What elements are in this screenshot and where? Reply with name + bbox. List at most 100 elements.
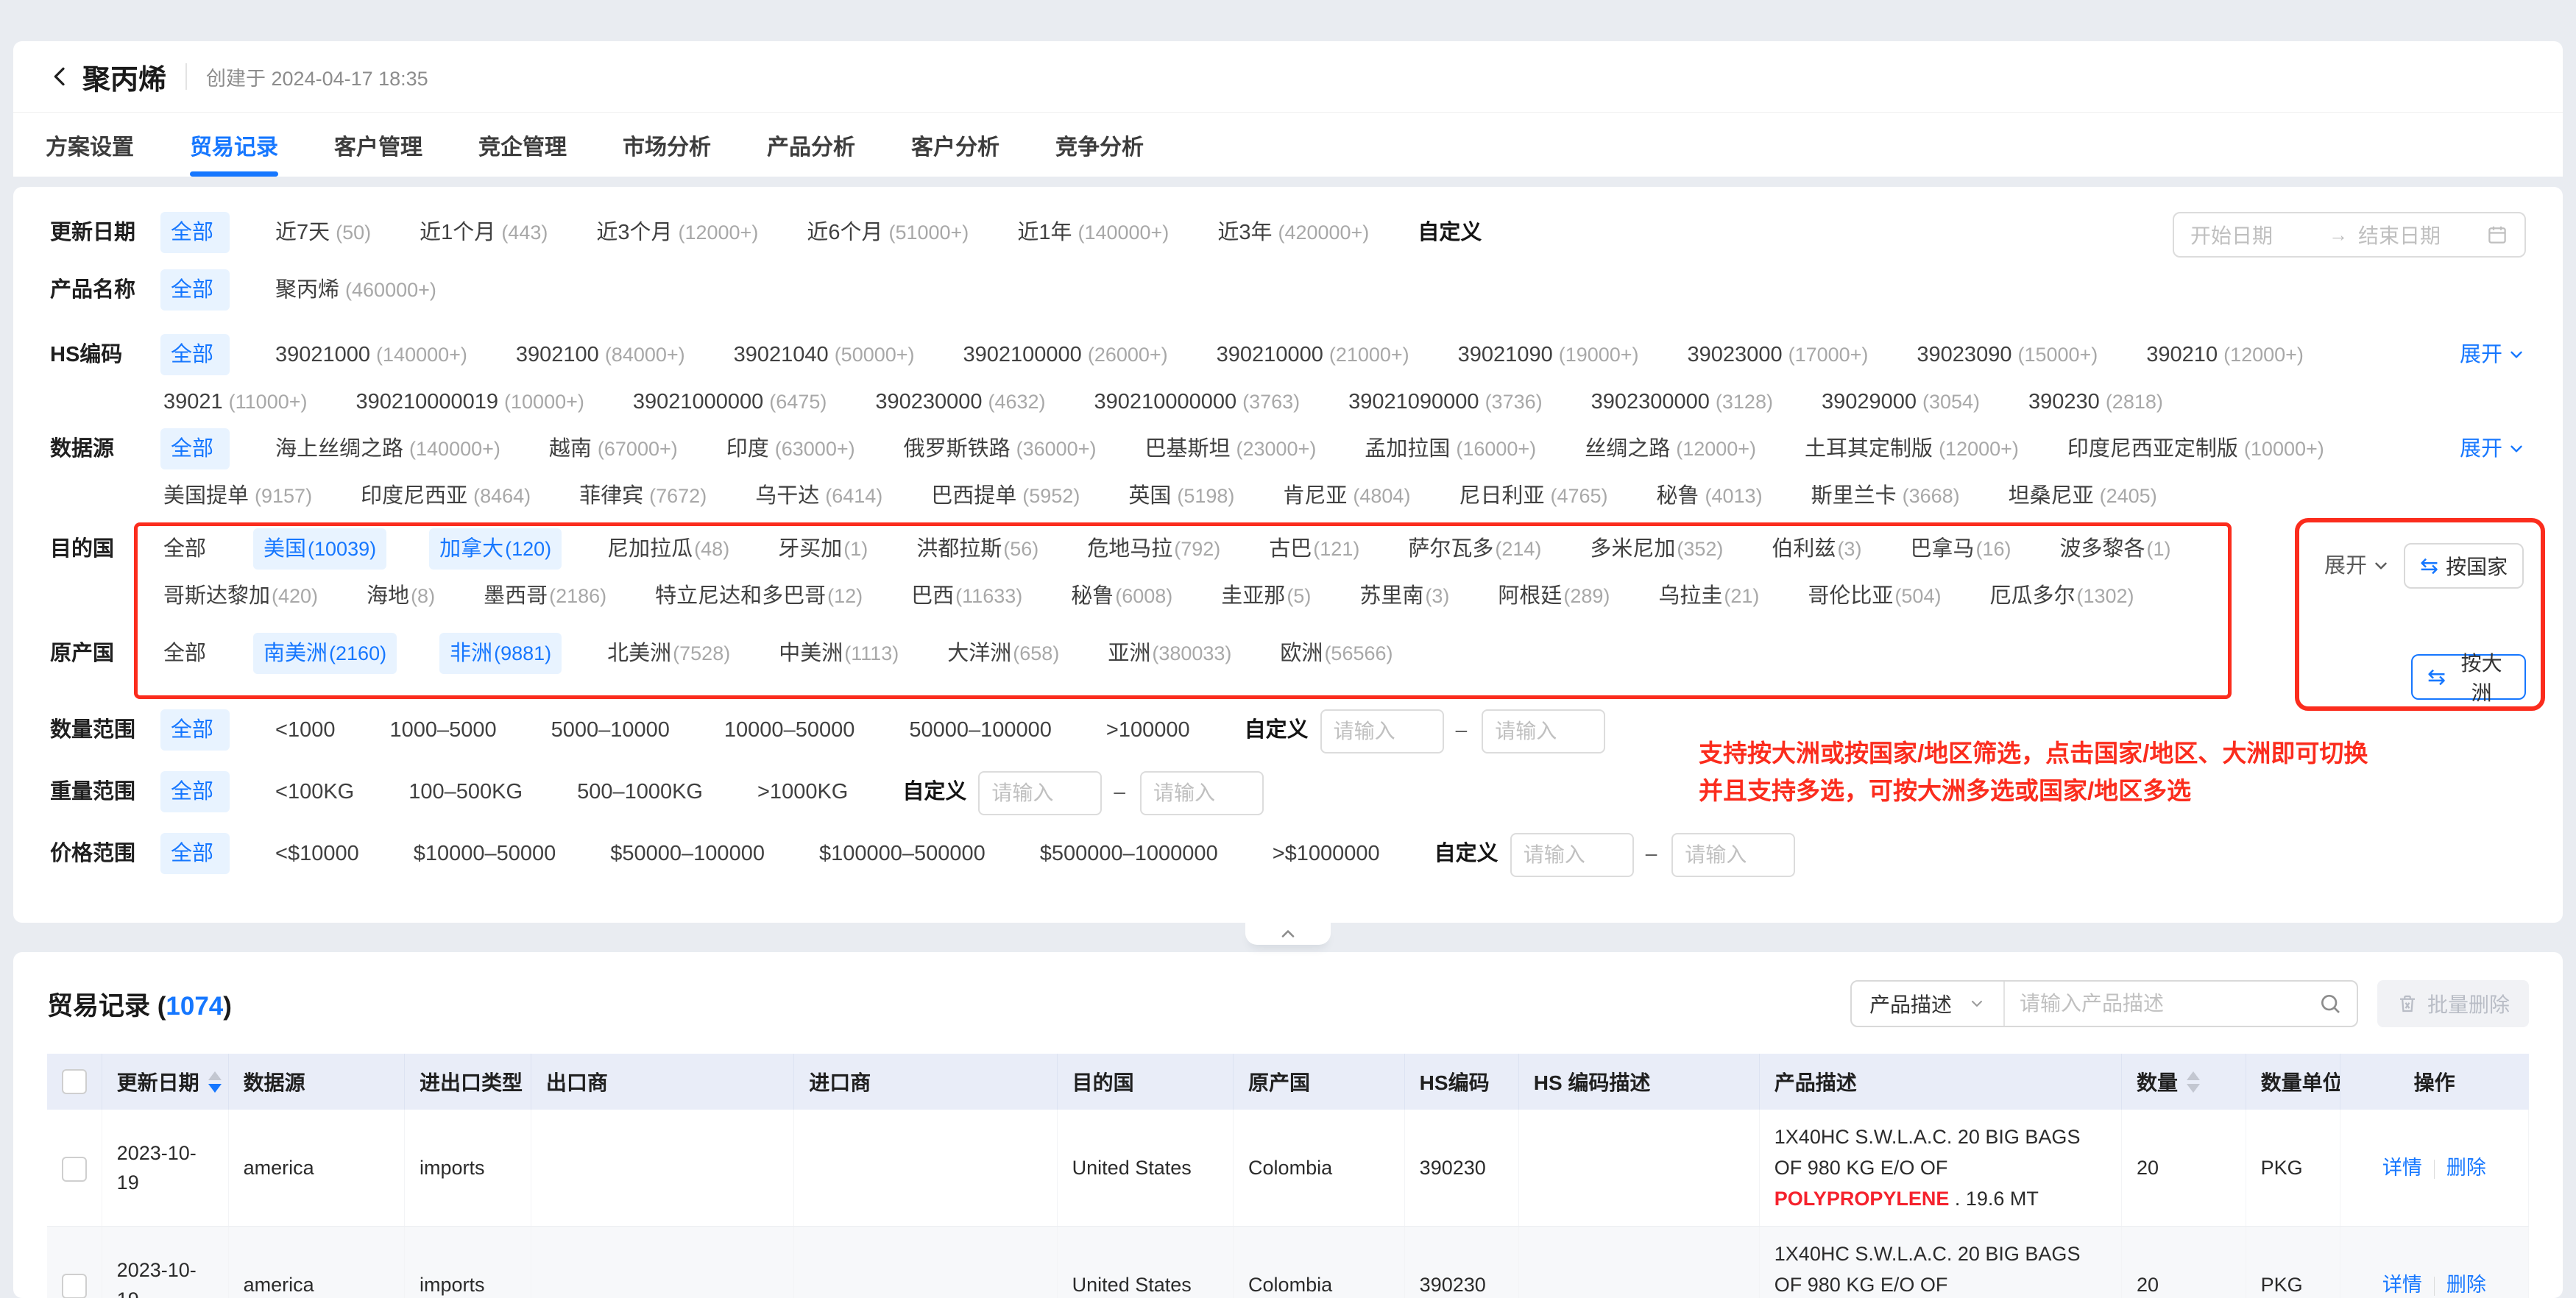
row-checkbox[interactable] (62, 1157, 87, 1182)
filter-option[interactable]: 39023000(17000+) (1685, 334, 1872, 375)
filter-option[interactable]: 哥斯达黎加(420) (160, 575, 321, 617)
filter-option[interactable]: 近7天(50) (272, 212, 374, 253)
filter-option[interactable]: 多米尼加(352) (1587, 528, 1726, 570)
delete-link[interactable]: 删除 (2446, 1157, 2486, 1179)
filter-option[interactable]: 美国(10039) (253, 528, 386, 570)
range-min-input[interactable] (978, 771, 1102, 815)
filter-option[interactable]: 洪都拉斯(56) (913, 528, 1041, 570)
filter-option[interactable]: 巴基斯坦(23000+) (1142, 428, 1319, 469)
tab[interactable]: 方案设置 (46, 113, 134, 177)
filter-option[interactable]: 巴西(11633) (908, 575, 1025, 617)
filter-option[interactable]: 近3个月(12000+) (593, 212, 761, 253)
filter-option[interactable]: 39021(11000+) (160, 381, 310, 422)
filter-option[interactable]: $50000–100000 (607, 833, 774, 874)
search-field-select[interactable]: 产品描述 (1852, 982, 2005, 1026)
search-icon[interactable] (2314, 992, 2357, 1015)
filter-option[interactable]: 5000–10000 (548, 709, 679, 751)
filter-option[interactable]: 孟加拉国(16000+) (1362, 428, 1539, 469)
filter-option[interactable]: 390210000(21000+) (1214, 334, 1412, 375)
filter-option[interactable]: 墨西哥(2186) (481, 575, 609, 617)
filter-option[interactable]: 危地马拉(792) (1084, 528, 1223, 570)
range-min-input[interactable] (1320, 709, 1444, 753)
filter-option[interactable]: $10000–50000 (411, 833, 565, 874)
filter-option[interactable]: 全部 (160, 833, 230, 874)
filter-option[interactable]: 丝绸之路(12000+) (1582, 428, 1759, 469)
filter-option[interactable]: 390230000(4632) (872, 381, 1048, 422)
filter-option[interactable]: 390230(2818) (2025, 381, 2166, 422)
filter-option[interactable]: 北美洲(7528) (604, 633, 733, 674)
filter-option[interactable]: 巴西提单(5952) (928, 475, 1083, 517)
filter-option[interactable]: $100000–500000 (816, 833, 994, 874)
filter-option[interactable]: 100–500KG (406, 771, 531, 812)
filter-option[interactable]: 乌干达(6414) (752, 475, 885, 517)
col-update-date[interactable]: 更新日期 (102, 1054, 228, 1110)
filter-option[interactable]: 390210000000(3763) (1091, 381, 1303, 422)
range-max-input[interactable] (1482, 709, 1605, 753)
range-max-input[interactable] (1140, 771, 1264, 815)
batch-delete-button[interactable]: 批量删除 (2377, 980, 2529, 1027)
filter-option[interactable]: 阿根廷(289) (1495, 575, 1613, 617)
filter-option[interactable]: 巴拿马(16) (1907, 528, 2014, 570)
sort-icon[interactable] (2187, 1071, 2200, 1093)
row-checkbox[interactable] (62, 1274, 87, 1298)
filter-option[interactable]: 全部 (160, 334, 230, 375)
filter-option[interactable]: 菲律宾(7672) (576, 475, 710, 517)
back-icon[interactable] (46, 62, 75, 91)
filter-option[interactable]: 500–1000KG (574, 771, 712, 812)
filter-option[interactable]: 苏里南(3) (1356, 575, 1452, 617)
filter-option[interactable]: 海地(8) (364, 575, 438, 617)
filter-option[interactable]: 尼日利亚(4765) (1456, 475, 1610, 517)
filter-option[interactable]: 土耳其定制版(12000+) (1802, 428, 2022, 469)
filter-option[interactable]: 印度尼西亚(8464) (358, 475, 534, 517)
filter-option[interactable]: 俄罗斯铁路(36000+) (901, 428, 1100, 469)
filter-option[interactable]: 秘鲁(4013) (1654, 475, 1766, 517)
filter-option[interactable]: 39021000(140000+) (272, 334, 470, 375)
filter-option[interactable]: 加拿大(120) (429, 528, 562, 570)
filter-option[interactable]: 39021040(50000+) (731, 334, 918, 375)
switch-by-continent-button[interactable]: ⇆按大洲 (2411, 654, 2526, 700)
filter-option[interactable]: 全部 (160, 269, 230, 311)
filter-option[interactable]: 390210000019(10000+) (353, 381, 587, 422)
filter-option[interactable]: 厄瓜多尔(1302) (1986, 575, 2137, 617)
tab[interactable]: 市场分析 (623, 113, 711, 177)
detail-link[interactable]: 详情 (2382, 1274, 2422, 1296)
filter-option[interactable]: 近1个月(443) (417, 212, 551, 253)
filter-option[interactable]: 肯尼亚(4804) (1280, 475, 1413, 517)
expand-toggle[interactable]: 展开 (2438, 334, 2526, 375)
filter-option[interactable]: 美国提单(9157) (160, 475, 315, 517)
expand-toggle[interactable]: 展开 (2438, 428, 2526, 469)
filter-option[interactable]: 10000–50000 (721, 709, 863, 751)
filter-option[interactable]: 全部 (160, 528, 210, 570)
filter-option[interactable]: 欧洲(56566) (1277, 633, 1395, 674)
filter-option[interactable]: <$10000 (272, 833, 368, 874)
select-all-checkbox[interactable] (62, 1069, 87, 1094)
detail-link[interactable]: 详情 (2382, 1157, 2422, 1179)
filter-option[interactable]: >1000KG (754, 771, 857, 812)
filter-option[interactable]: 印度(63000+) (723, 428, 858, 469)
filter-option[interactable]: 39021090000(3736) (1345, 381, 1545, 422)
filter-option[interactable]: 海上丝绸之路(140000+) (272, 428, 503, 469)
filter-option[interactable]: 古巴(121) (1266, 528, 1362, 570)
filter-option[interactable]: 秘鲁(6008) (1068, 575, 1175, 617)
filter-option[interactable]: 自定义 (1432, 833, 1507, 874)
filter-option[interactable]: 自定义 (1242, 709, 1317, 751)
filter-option[interactable]: 尼加拉瓜(48) (604, 528, 732, 570)
delete-link[interactable]: 删除 (2446, 1274, 2486, 1296)
tab[interactable]: 产品分析 (767, 113, 855, 177)
filter-option[interactable]: 英国(5198) (1125, 475, 1237, 517)
filter-option[interactable]: 近3年(420000+) (1214, 212, 1372, 253)
filter-option[interactable]: 亚洲(380033) (1105, 633, 1234, 674)
filter-option[interactable]: 斯里兰卡(3668) (1808, 475, 1963, 517)
filter-option[interactable]: 特立尼达和多巴哥(12) (652, 575, 866, 617)
tab[interactable]: 客户管理 (334, 113, 422, 177)
filter-option[interactable]: 全部 (160, 428, 230, 469)
filter-option[interactable]: 自定义 (899, 771, 975, 812)
filter-option[interactable]: 390210(12000+) (2143, 334, 2307, 375)
filter-option[interactable]: 全部 (160, 709, 230, 751)
filter-option[interactable]: 越南(67000+) (546, 428, 681, 469)
sort-icon[interactable] (208, 1071, 222, 1093)
filter-option[interactable]: 50000–100000 (906, 709, 1061, 751)
filter-option[interactable]: 1000–5000 (386, 709, 505, 751)
filter-option[interactable]: 3902300000(3128) (1588, 381, 1776, 422)
filter-option[interactable]: 全部 (160, 771, 230, 812)
